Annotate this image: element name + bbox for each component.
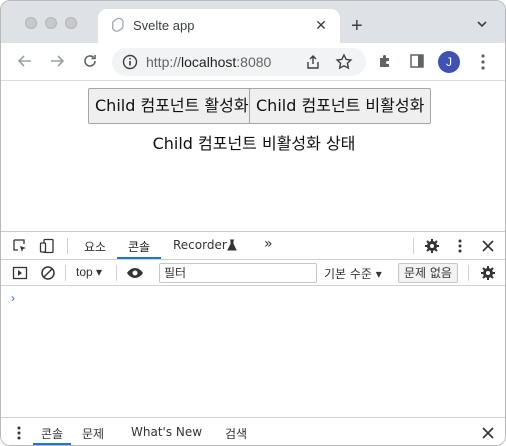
divider (65, 265, 66, 281)
console-settings-gear-icon[interactable] (480, 265, 496, 281)
flask-icon (227, 239, 237, 251)
tab-strip: Svelte app ✕ + (1, 1, 505, 43)
drawer-menu-icon[interactable] (13, 425, 25, 441)
extensions-puzzle-icon[interactable] (377, 53, 393, 69)
browser-window: Svelte app ✕ + http://localhost:8080 J C… (0, 0, 506, 446)
browser-menu-icon[interactable] (477, 53, 489, 71)
url-scheme: http:// (146, 54, 182, 70)
devtools-drawer-tabs: 콘솔 문제 What's New 검색 (1, 417, 505, 445)
url-host: localhost (181, 54, 237, 70)
close-drawer-icon[interactable] (480, 425, 496, 441)
tab-recorder[interactable]: Recorder (173, 238, 227, 252)
drawer-tab-whats-new[interactable]: What's New (131, 425, 202, 439)
disable-child-button[interactable]: Child 컴포넌트 비활성화 (249, 88, 432, 124)
close-devtools-icon[interactable] (480, 238, 496, 254)
new-tab-icon[interactable]: + (351, 16, 363, 36)
clear-console-icon[interactable] (40, 265, 56, 281)
svelte-favicon-icon (112, 18, 124, 32)
side-panel-icon[interactable] (409, 53, 425, 69)
divider (116, 265, 117, 281)
console-prompt-chevron-icon[interactable]: › (11, 291, 15, 305)
settings-gear-icon[interactable] (424, 238, 440, 254)
divider (413, 238, 414, 254)
bookmark-star-icon[interactable] (335, 53, 353, 71)
address-bar[interactable]: http://localhost:8080 (112, 48, 366, 76)
console-toolbar: top ▾ 필터 기본 수준 ▾ 문제 없음 (1, 260, 505, 286)
devtools-tab-bar: 요소 콘솔 Recorder » (1, 232, 505, 260)
more-tabs-chevron-icon[interactable]: » (264, 236, 273, 252)
log-levels-dropdown[interactable]: 기본 수준 ▾ (324, 265, 382, 282)
forward-arrow-icon[interactable] (48, 52, 66, 70)
divider (468, 265, 469, 281)
browser-toolbar: http://localhost:8080 J (1, 43, 505, 81)
show-sidebar-icon[interactable] (12, 265, 28, 281)
drawer-tab-search[interactable]: 검색 (225, 425, 247, 442)
devtools-panel: 요소 콘솔 Recorder » top ▾ 필터 기본 수준 ▾ 문제 없음 … (1, 231, 505, 445)
page-content: Child 컴포넌트 활성화 Child 컴포넌트 비활성화 Child 컴포넌… (1, 82, 505, 231)
window-minimize-dot[interactable] (45, 17, 57, 29)
context-value: top (76, 265, 93, 279)
drawer-active-indicator (33, 443, 71, 445)
divider (67, 238, 68, 254)
url-port: :8080 (236, 54, 272, 70)
reload-icon[interactable] (81, 52, 99, 70)
tab-title: Svelte app (133, 18, 195, 33)
enable-child-button[interactable]: Child 컴포넌트 활성화 (88, 88, 256, 124)
profile-avatar[interactable]: J (438, 51, 460, 73)
context-selector[interactable]: top ▾ (76, 265, 102, 279)
console-filter-input[interactable]: 필터 (159, 263, 317, 283)
back-arrow-icon[interactable] (16, 52, 34, 70)
share-icon[interactable] (305, 54, 321, 70)
log-levels-label: 기본 수준 (324, 267, 372, 281)
drawer-tab-issues[interactable]: 문제 (82, 425, 104, 442)
devtools-menu-icon[interactable] (452, 238, 468, 254)
tab-console[interactable]: 콘솔 (128, 238, 150, 255)
drawer-tab-console[interactable]: 콘솔 (41, 425, 63, 442)
site-info-icon[interactable] (122, 54, 138, 70)
tab-elements[interactable]: 요소 (84, 238, 106, 255)
window-maximize-dot[interactable] (65, 17, 77, 29)
device-toolbar-icon[interactable] (39, 238, 55, 254)
issues-button[interactable]: 문제 없음 (398, 263, 458, 283)
tab-search-chevron-icon[interactable] (476, 18, 488, 30)
inspect-element-icon[interactable] (12, 238, 28, 254)
child-status-text: Child 컴포넌트 비활성화 상태 (152, 134, 356, 153)
tab-close-icon[interactable]: ✕ (313, 17, 329, 33)
url-text: http://localhost:8080 (146, 54, 271, 70)
browser-tab-active[interactable]: Svelte app ✕ (98, 9, 340, 43)
window-close-dot[interactable] (25, 17, 37, 29)
active-tab-indicator (117, 257, 161, 259)
live-expression-eye-icon[interactable] (126, 265, 144, 281)
